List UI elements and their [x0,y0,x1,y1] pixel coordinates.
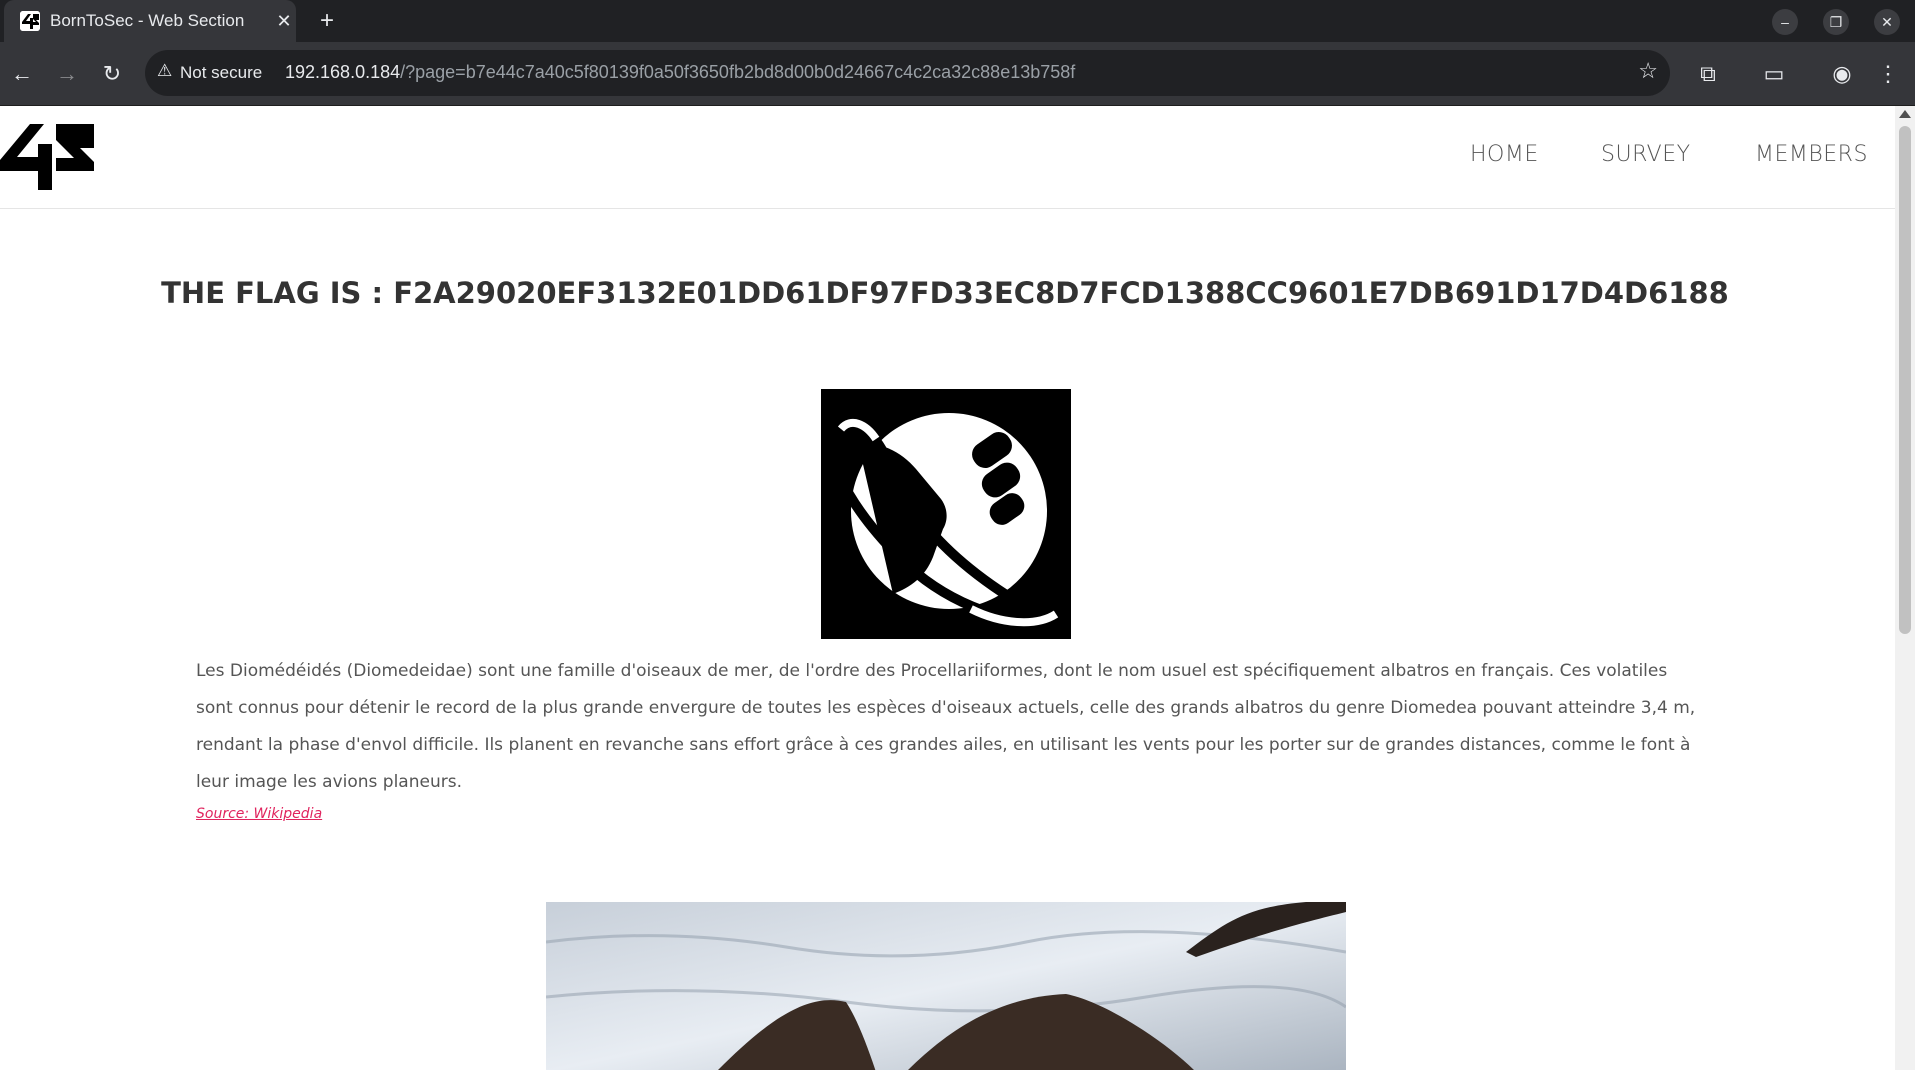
address-bar[interactable]: ⚠ Not secure 192.168.0.184/?page=b7e44c7… [145,50,1670,96]
site-header: HOME SURVEY MEMBERS [0,106,1895,209]
web-page: HOME SURVEY MEMBERS THE FLAG IS : F2A290… [0,106,1895,1070]
source-link[interactable]: Source: Wikipedia [196,806,322,822]
42-logo-icon[interactable] [0,122,94,190]
back-arrow-icon[interactable]: ← [6,58,38,90]
forward-arrow-icon[interactable]: → [51,58,83,90]
browser-tab[interactable]: BornToSec - Web Section ✕ [4,0,296,42]
browser-toolbar: ← → ↻ ⚠ Not secure 192.168.0.184/?page=b… [0,42,1915,106]
menu-dots-icon[interactable]: ⋮ [1872,58,1904,90]
cast-icon[interactable]: ▭ [1758,58,1790,90]
page-scrollbar[interactable] [1895,106,1915,1070]
albatross-photo [546,902,1346,1070]
reload-icon[interactable]: ↻ [96,58,128,90]
nav-survey-link[interactable]: SURVEY [1601,142,1691,167]
nav-members-link[interactable]: MEMBERS [1755,142,1868,167]
url-text[interactable]: 192.168.0.184/?page=b7e44c7a40c5f80139f0… [285,62,1075,83]
profile-icon[interactable]: ◉ [1826,58,1858,90]
url-path: /?page=b7e44c7a40c5f80139f0a50f3650fb2bd… [400,62,1076,82]
bookmark-star-icon[interactable]: ☆ [1638,58,1658,84]
flag-heading: THE FLAG IS : F2A29020EF3132E01DD61DF97F… [161,276,1729,310]
minimize-window-icon[interactable]: – [1772,9,1798,35]
browser-tab-bar: BornToSec - Web Section ✕ + – ❐ ✕ [0,0,1915,42]
close-window-icon[interactable]: ✕ [1874,9,1900,35]
scroll-up-arrow-icon[interactable] [1899,110,1911,118]
restore-window-icon[interactable]: ❐ [1823,9,1849,35]
site-favicon-icon [20,11,40,31]
tab-close-icon[interactable]: ✕ [272,9,296,33]
security-status[interactable]: Not secure [180,63,262,83]
new-tab-button[interactable]: + [313,7,341,35]
scrollbar-thumb[interactable] [1899,126,1911,634]
warning-icon[interactable]: ⚠ [157,61,172,81]
thumbs-up-planet-icon [821,389,1071,639]
tab-title: BornToSec - Web Section [50,11,245,30]
nav-home-link[interactable]: HOME [1470,142,1539,167]
url-host: 192.168.0.184 [285,62,401,82]
albatross-description: Les Diomédéidés (Diomedeidae) sont une f… [196,661,1696,792]
extensions-icon[interactable]: ⧉ [1692,58,1724,90]
